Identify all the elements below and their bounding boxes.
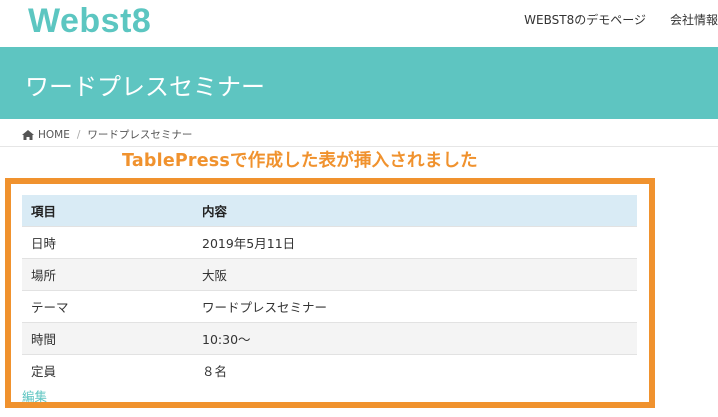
breadcrumb-separator: /: [76, 128, 81, 141]
table-cell-value: ８名: [202, 363, 228, 379]
table-cell-value: 大阪: [193, 258, 637, 290]
table-cell-value: ワードプレスセミナー: [202, 299, 328, 315]
seminar-table: 項目 内容 日時 2019年5月11日 場所 大阪 テーマ ワードプレスセミナー…: [22, 195, 637, 386]
breadcrumb-home-link[interactable]: HOME: [38, 129, 70, 141]
table-cell-label: テーマ: [31, 299, 69, 315]
table-cell-value: 2019年5月11日: [202, 235, 296, 251]
breadcrumb-current: ワードプレスセミナー: [87, 129, 193, 141]
page-title: ワードプレスセミナー: [25, 73, 265, 101]
column-header-item: 項目: [22, 195, 193, 226]
nav-item-company-info[interactable]: 会社情報: [670, 11, 718, 28]
table-cell-label: 場所: [22, 258, 193, 290]
table-header-row: 項目 内容: [22, 195, 637, 226]
table-row: 場所 大阪: [22, 258, 637, 290]
table-row: 定員 ８名: [22, 354, 637, 386]
table-cell-label: 日時: [31, 235, 57, 251]
main-nav: WEBST8のデモページ 会社情報: [524, 11, 718, 28]
table-row: 時間 10:30〜: [22, 322, 637, 354]
column-header-content: 内容: [193, 195, 637, 226]
table-cell-label: 定員: [31, 363, 57, 379]
breadcrumb: HOME / ワードプレスセミナー: [22, 127, 192, 142]
table-cell-value: 10:30〜: [193, 322, 637, 354]
home-icon: [22, 129, 34, 140]
table-cell-label: 時間: [22, 322, 193, 354]
site-header: Webst8 WEBST8のデモページ 会社情報: [0, 0, 718, 47]
site-logo[interactable]: Webst8: [28, 2, 151, 41]
nav-item-demo-page[interactable]: WEBST8のデモページ: [524, 11, 646, 28]
edit-link[interactable]: 編集: [22, 386, 47, 405]
table-row: テーマ ワードプレスセミナー: [22, 290, 637, 322]
annotation-callout: TablePressで作成した表が挿入されました: [122, 151, 478, 171]
table-row: 日時 2019年5月11日: [22, 226, 637, 258]
page-title-bar: ワードプレスセミナー: [0, 47, 718, 119]
